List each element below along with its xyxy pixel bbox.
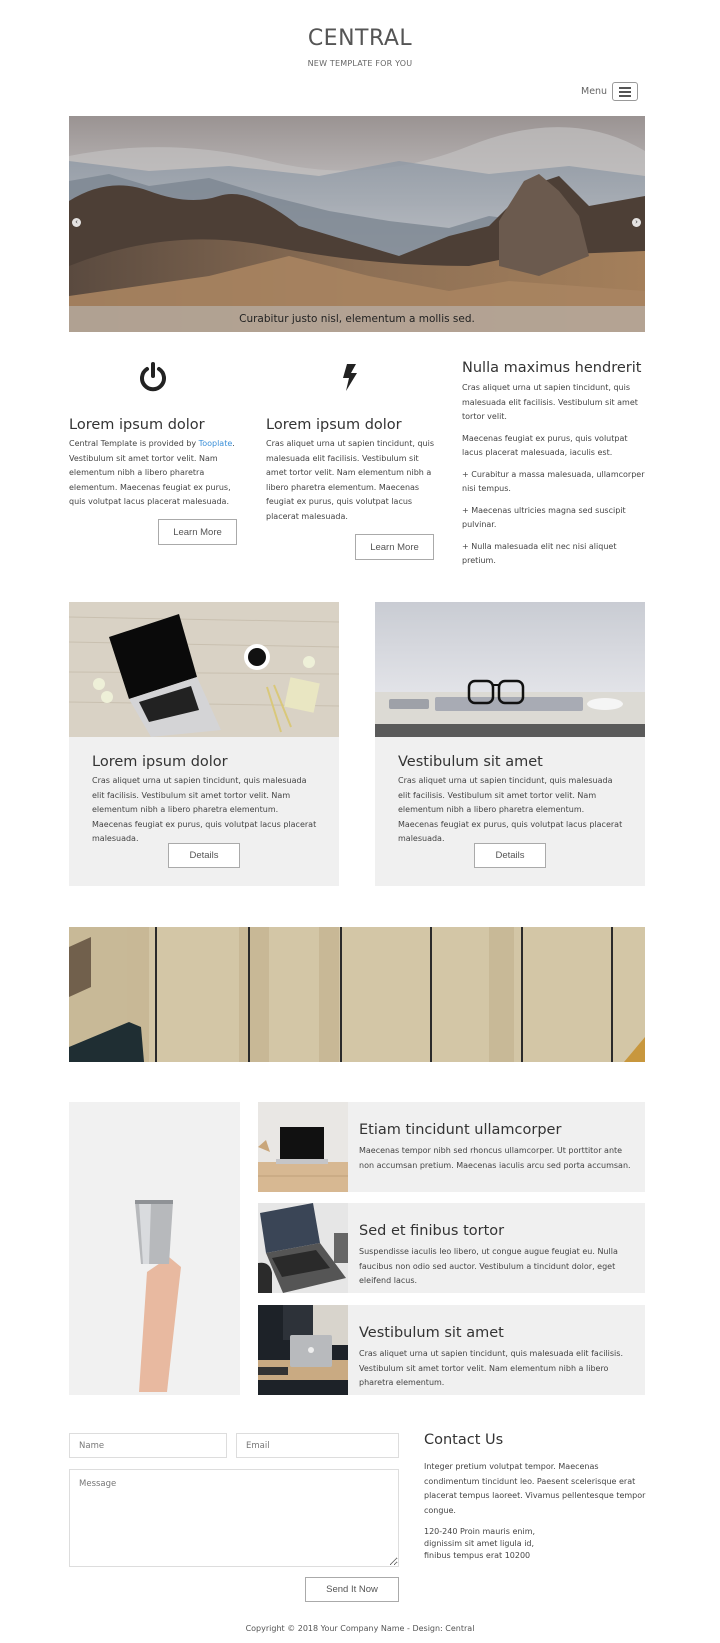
featured-side-image: [69, 1102, 240, 1395]
card-2-title: Vestibulum sit amet: [398, 754, 543, 770]
featured-item-3: Vestibulum sit amet Cras aliquet urna ut…: [258, 1305, 645, 1395]
menu-label[interactable]: Menu: [581, 86, 607, 97]
send-button[interactable]: Send It Now: [305, 1577, 399, 1602]
message-textarea[interactable]: [69, 1469, 399, 1567]
featured-item-2-text: Suspendisse iaculis leo libero, ut congu…: [359, 1247, 618, 1285]
intro-col-3-paragraph: Maecenas feugiat ex purus, quis volutpat…: [462, 433, 628, 458]
card-1-title: Lorem ipsum dolor: [92, 754, 228, 770]
card-1: Lorem ipsum dolor Cras aliquet urna ut s…: [69, 602, 339, 886]
featured-item-1-text: Maecenas tempor nibh sed rhoncus ullamco…: [359, 1146, 631, 1170]
featured-item-1: Etiam tincidunt ullamcorper Maecenas tem…: [258, 1102, 645, 1192]
intro-col-1-title: Lorem ipsum dolor: [69, 417, 205, 433]
address-line: dignissim sit amet ligula id,: [424, 1539, 535, 1548]
featured-item-3-title: Vestibulum sit amet: [359, 1325, 504, 1341]
learn-more-button-1[interactable]: Learn More: [158, 519, 237, 545]
contact-description: Integer pretium volutpat tempor. Maecena…: [424, 1462, 646, 1515]
email-input[interactable]: [236, 1433, 399, 1458]
hero-prev-button[interactable]: ‹: [72, 218, 81, 227]
chevron-right-icon: ›: [635, 218, 638, 226]
contact-address: 120-240 Proin mauris enim, dignissim sit…: [424, 1526, 646, 1562]
featured-item-2-title: Sed et finibus tortor: [359, 1223, 505, 1239]
card-1-text: Cras aliquet urna ut sapien tincidunt, q…: [92, 776, 317, 843]
learn-more-button-2[interactable]: Learn More: [355, 534, 434, 560]
wood-banner-image: [69, 927, 645, 1062]
site-tagline: NEW TEMPLATE FOR YOU: [307, 59, 413, 68]
intro-col-3-title: Nulla maximus hendrerit: [462, 360, 642, 376]
intro-col-3-paragraph: Cras aliquet urna ut sapien tincidunt, q…: [462, 383, 638, 421]
menu-toggle-button[interactable]: [612, 82, 638, 101]
intro-col-2-title: Lorem ipsum dolor: [266, 417, 402, 433]
tooplate-link[interactable]: Tooplate: [199, 439, 233, 448]
address-line: 120-240 Proin mauris enim,: [424, 1527, 536, 1536]
name-input[interactable]: [69, 1433, 227, 1458]
card-2-text: Cras aliquet urna ut sapien tincidunt, q…: [398, 776, 623, 843]
card-1-details-button[interactable]: Details: [168, 843, 240, 868]
hero-slider[interactable]: ‹ › Curabitur justo nisl, elementum a mo…: [69, 116, 645, 332]
card-2: Vestibulum sit amet Cras aliquet urna ut…: [375, 602, 645, 886]
address-line: finibus tempus erat 10200: [424, 1551, 531, 1560]
featured-item-3-text: Cras aliquet urna ut sapien tincidunt, q…: [359, 1349, 623, 1387]
bolt-icon: [334, 361, 366, 393]
intro-col-3-list-item: + Curabitur a massa malesuada, ullamcorp…: [462, 469, 645, 494]
featured-item-1-title: Etiam tincidunt ullamcorper: [359, 1122, 562, 1138]
intro-col-1-text: Central Template is provided by Tooplate…: [69, 439, 235, 506]
intro-col-2-text: Cras aliquet urna ut sapien tincidunt, q…: [266, 439, 435, 521]
chevron-left-icon: ‹: [75, 218, 78, 226]
site-title[interactable]: CENTRAL: [0, 26, 720, 51]
intro-col-3-list-item: + Maecenas ultricies magna sed suscipit …: [462, 505, 626, 530]
hero-next-button[interactable]: ›: [632, 218, 641, 227]
featured-item-3-image: [258, 1305, 348, 1395]
power-icon: [137, 361, 169, 393]
footer-copyright: Copyright © 2018 Your Company Name - Des…: [245, 1624, 475, 1633]
card-1-image: [69, 602, 339, 737]
intro-col-3-list-item: + Nulla malesuada elit nec nisi aliquet …: [462, 541, 617, 566]
intro-col-3-body: Cras aliquet urna ut sapien tincidunt, q…: [462, 381, 648, 576]
hero-image: [69, 116, 645, 332]
featured-item-2-image: [258, 1203, 348, 1293]
card-2-details-button[interactable]: Details: [474, 843, 546, 868]
featured-item-1-image: [258, 1102, 348, 1192]
contact-title: Contact Us: [424, 1432, 504, 1448]
hamburger-icon: [619, 86, 631, 89]
hero-caption: Curabitur justo nisl, elementum a mollis…: [69, 306, 645, 332]
featured-item-2: Sed et finibus tortor Suspendisse iaculi…: [258, 1203, 645, 1293]
card-2-image: [375, 602, 645, 737]
